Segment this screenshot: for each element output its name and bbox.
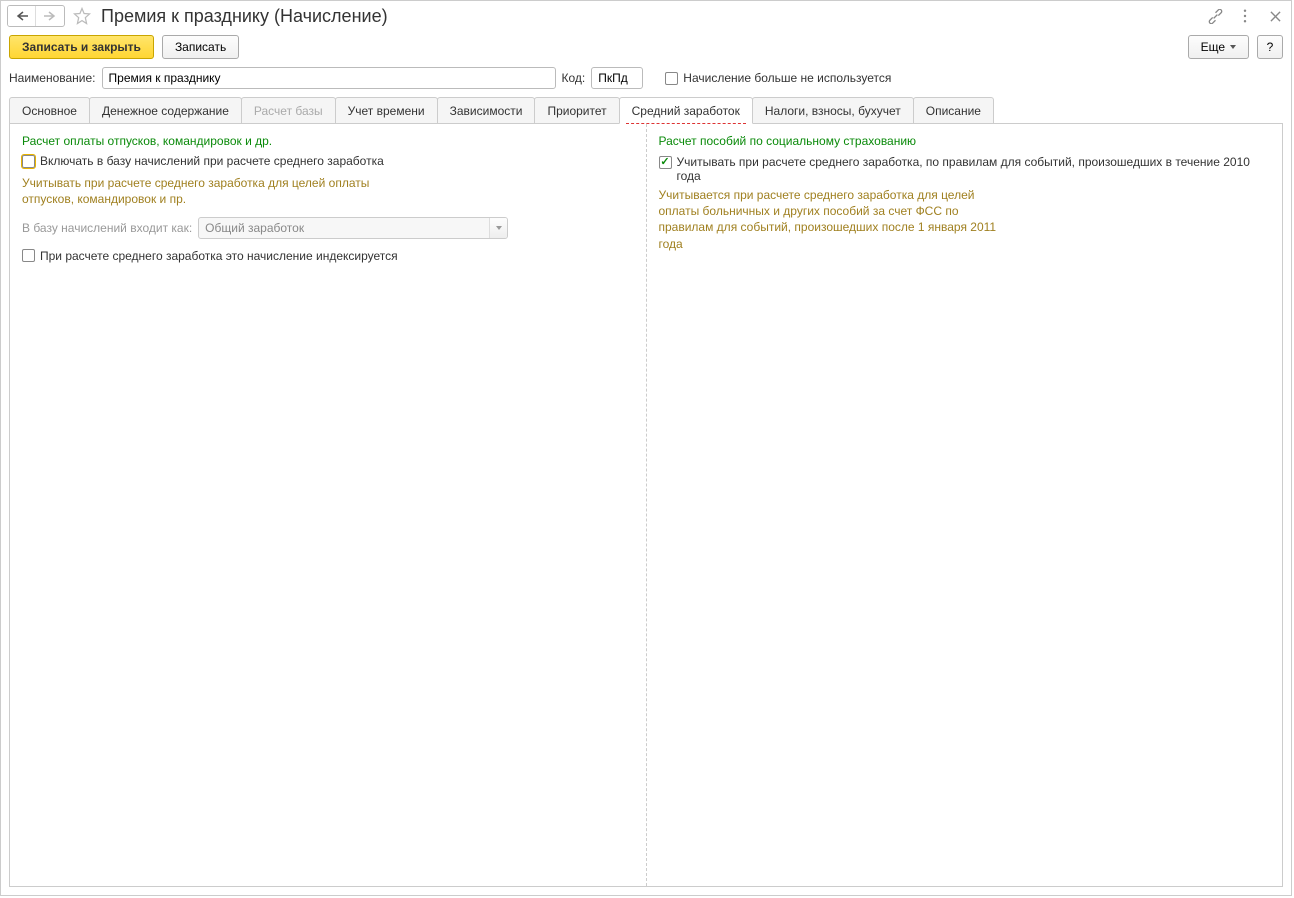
- tab-taxes[interactable]: Налоги, взносы, бухучет: [752, 97, 914, 123]
- nav-buttons: [7, 5, 65, 27]
- consider-2010-checkbox[interactable]: Учитывать при расчете среднего заработка…: [659, 155, 1271, 183]
- chevron-down-icon: [489, 218, 507, 238]
- link-icon[interactable]: [1207, 8, 1223, 24]
- tab-average-earnings[interactable]: Средний заработок: [619, 97, 753, 124]
- forward-button[interactable]: [36, 6, 64, 26]
- tab-main[interactable]: Основное: [9, 97, 90, 123]
- not-used-label: Начисление больше не используется: [683, 71, 891, 85]
- name-label: Наименование:: [9, 71, 96, 85]
- indexation-label: При расчете среднего заработка это начис…: [40, 249, 398, 263]
- more-button[interactable]: Еще: [1188, 35, 1249, 59]
- tab-dependencies[interactable]: Зависимости: [437, 97, 536, 123]
- not-used-checkbox[interactable]: Начисление больше не используется: [665, 71, 891, 85]
- tab-description[interactable]: Описание: [913, 97, 994, 123]
- code-label: Код:: [562, 71, 586, 85]
- kebab-menu-icon[interactable]: [1237, 8, 1253, 24]
- tab-time[interactable]: Учет времени: [335, 97, 438, 123]
- base-field-label: В базу начислений входит как:: [22, 221, 192, 235]
- back-button[interactable]: [8, 6, 36, 26]
- save-button[interactable]: Записать: [162, 35, 239, 59]
- tab-base-calc[interactable]: Расчет базы: [241, 97, 336, 123]
- name-input[interactable]: [102, 67, 556, 89]
- tab-priority[interactable]: Приоритет: [534, 97, 619, 123]
- include-in-base-checkbox[interactable]: Включать в базу начислений при расчете с…: [22, 154, 384, 168]
- right-hint: Учитывается при расчете среднего заработ…: [659, 187, 1009, 252]
- help-button[interactable]: ?: [1257, 35, 1283, 59]
- indexation-checkbox[interactable]: При расчете среднего заработка это начис…: [22, 249, 398, 263]
- left-section-title: Расчет оплаты отпусков, командировок и д…: [22, 134, 634, 148]
- code-input[interactable]: [591, 67, 643, 89]
- base-select[interactable]: [198, 217, 508, 239]
- close-icon[interactable]: [1267, 8, 1283, 24]
- save-and-close-button[interactable]: Записать и закрыть: [9, 35, 154, 59]
- window-title: Премия к празднику (Начисление): [99, 6, 1201, 27]
- right-section-title: Расчет пособий по социальному страховани…: [659, 134, 1271, 148]
- include-in-base-label: Включать в базу начислений при расчете с…: [40, 154, 384, 168]
- tabs: Основное Денежное содержание Расчет базы…: [9, 97, 1283, 124]
- base-select-input: [198, 217, 508, 239]
- consider-2010-label: Учитывать при расчете среднего заработка…: [677, 155, 1271, 183]
- favorite-star-icon[interactable]: [71, 5, 93, 27]
- left-hint: Учитывать при расчете среднего заработка…: [22, 175, 392, 207]
- tab-money[interactable]: Денежное содержание: [89, 97, 242, 123]
